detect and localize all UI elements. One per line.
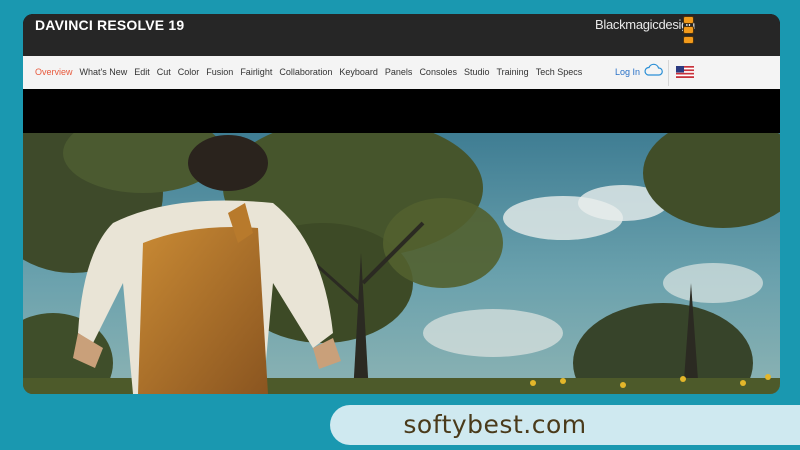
nav-item-panels[interactable]: Panels <box>385 67 413 77</box>
watermark-badge: softybest.com <box>330 405 800 445</box>
nav-item-keyboard[interactable]: Keyboard <box>339 67 378 77</box>
nav-item-overview[interactable]: Overview <box>35 67 73 77</box>
product-nav: Overview What's New Edit Cut Color Fusio… <box>23 56 780 90</box>
top-bar: DAVINCI RESOLVE 19 Blackmagicdesign <box>23 14 780 56</box>
watermark-text: softybest.com <box>403 410 587 439</box>
nav-item-training[interactable]: Training <box>497 67 529 77</box>
nav-item-color[interactable]: Color <box>178 67 200 77</box>
nav-item-edit[interactable]: Edit <box>134 67 150 77</box>
hero-image <box>23 133 780 394</box>
nav-item-collaboration[interactable]: Collaboration <box>279 67 332 77</box>
video-letterbox <box>23 89 780 133</box>
nav-item-fusion[interactable]: Fusion <box>206 67 233 77</box>
nav-item-studio[interactable]: Studio <box>464 67 490 77</box>
product-title[interactable]: DAVINCI RESOLVE 19 <box>35 17 184 33</box>
nav-menu: Overview What's New Edit Cut Color Fusio… <box>35 67 582 77</box>
cloud-icon[interactable] <box>643 63 663 77</box>
login-link[interactable]: Log In <box>615 67 640 77</box>
us-flag-icon[interactable] <box>676 66 694 78</box>
browser-window: DAVINCI RESOLVE 19 Blackmagicdesign Over… <box>23 14 780 394</box>
nav-item-tech-specs[interactable]: Tech Specs <box>536 67 583 77</box>
nav-item-cut[interactable]: Cut <box>157 67 171 77</box>
brand-name[interactable]: Blackmagicdesign <box>595 17 695 32</box>
nav-item-fairlight[interactable]: Fairlight <box>240 67 272 77</box>
nav-item-whats-new[interactable]: What's New <box>80 67 128 77</box>
brand-logo-icon[interactable] <box>683 16 694 44</box>
nav-divider <box>668 60 669 86</box>
nav-item-consoles[interactable]: Consoles <box>419 67 457 77</box>
